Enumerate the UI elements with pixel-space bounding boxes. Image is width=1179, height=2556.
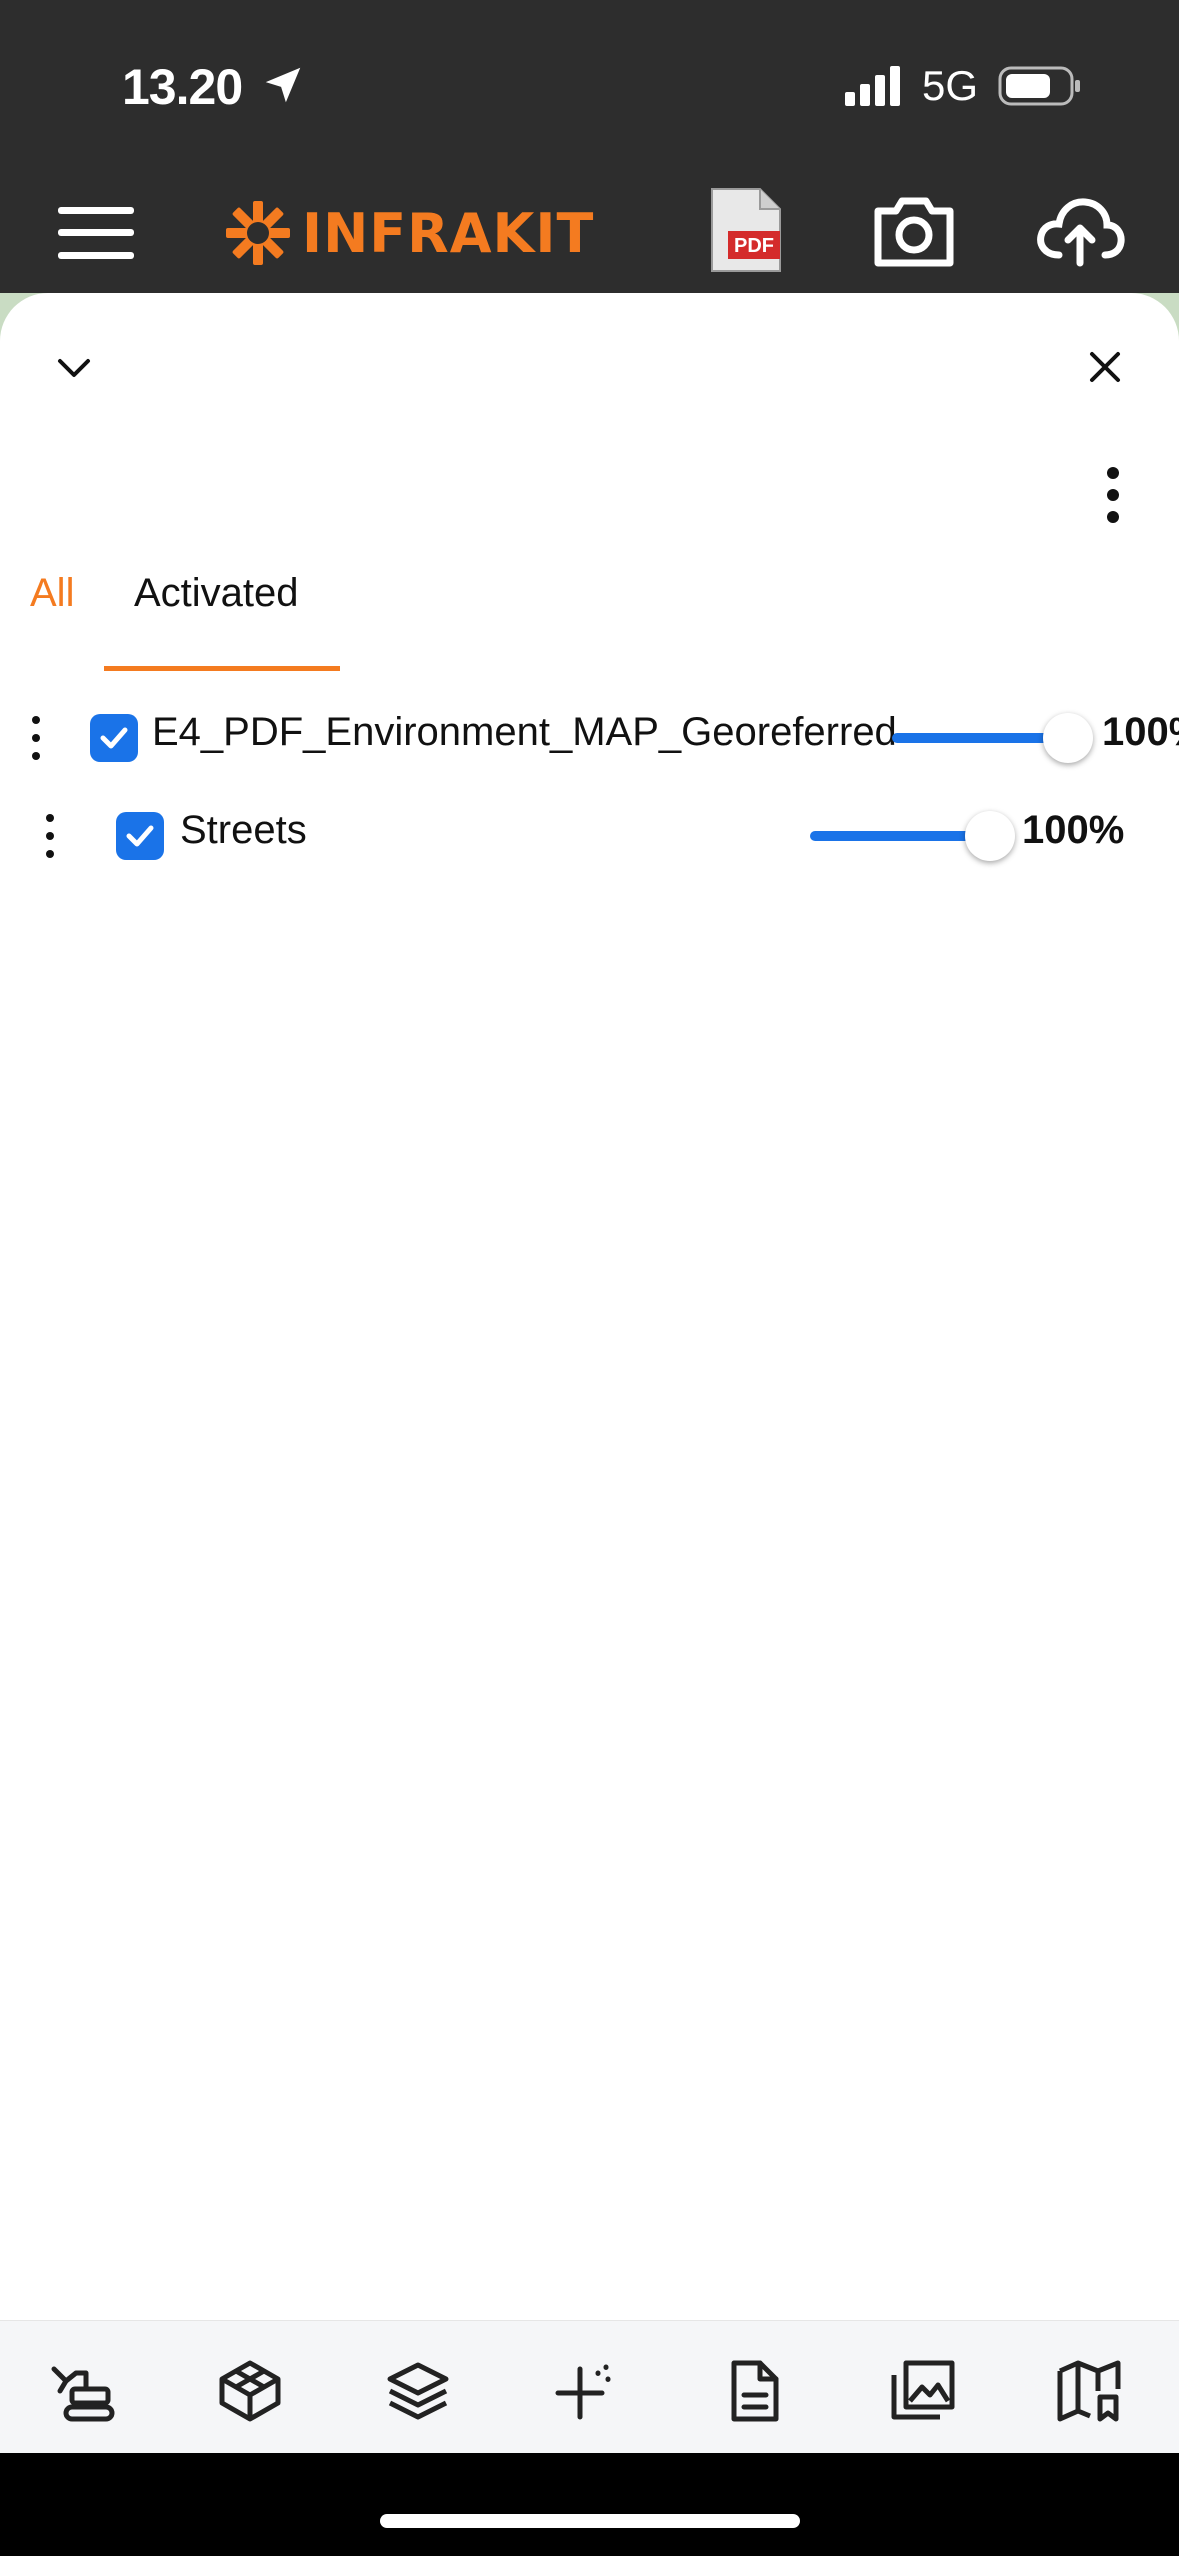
opacity-value: 100% [1102,710,1179,754]
location-arrow-icon [265,67,301,103]
layer-tabs: All Activated [0,565,1179,675]
layer-menu-icon[interactable] [44,812,56,860]
measure-icon[interactable] [550,2359,622,2423]
more-vertical-icon[interactable] [1100,465,1126,525]
tab-activated[interactable]: Activated [134,565,299,665]
layer-checkbox[interactable] [116,812,164,860]
menu-icon[interactable] [58,203,134,263]
logo-star-icon [226,201,290,265]
active-tab-indicator [104,666,340,671]
battery-icon [998,66,1080,106]
layer-row: E4_PDF_Environment_MAP_Georeferred 100% [0,698,1179,778]
app-header: INFRAKIT PDF [0,175,1179,293]
camera-icon[interactable] [872,193,956,269]
svg-text:PDF: PDF [734,235,774,257]
machine-icon[interactable] [46,2359,118,2423]
checkmark-icon [100,727,128,749]
photos-icon[interactable] [886,2359,958,2423]
bottom-toolbar [0,2320,1179,2453]
chevron-down-icon[interactable] [52,345,96,389]
home-indicator[interactable] [380,2514,800,2528]
model-icon[interactable] [214,2359,286,2423]
layer-menu-icon[interactable] [30,714,42,762]
document-icon[interactable] [718,2359,790,2423]
map-icon[interactable] [1054,2359,1126,2423]
opacity-slider[interactable] [810,831,990,841]
layers-icon[interactable] [382,2359,454,2423]
logo-text: INFRAKIT [302,201,595,265]
opacity-slider[interactable] [892,733,1068,743]
layer-checkbox[interactable] [90,714,138,762]
tab-all[interactable]: All [30,565,74,665]
layer-row: Streets 100% [0,798,1179,878]
opacity-slider-thumb[interactable] [965,811,1015,861]
close-icon[interactable] [1083,345,1127,389]
pdf-icon[interactable]: PDF [708,187,784,275]
layers-panel: All Activated E4_PDF_Environment_MAP_Geo… [0,293,1179,2320]
status-bar: 13.20 5G [0,0,1179,175]
signal-icon [845,66,900,106]
opacity-value: 100% [1022,808,1125,852]
network-type: 5G [922,62,979,109]
checkmark-icon [126,825,154,847]
infrakit-logo: INFRAKIT [222,197,594,269]
layer-name: Streets [180,808,307,852]
status-time: 13.20 [122,59,243,115]
layer-name: E4_PDF_Environment_MAP_Georeferred [152,710,897,754]
cloud-upload-icon[interactable] [1035,193,1125,269]
opacity-slider-thumb[interactable] [1043,713,1093,763]
